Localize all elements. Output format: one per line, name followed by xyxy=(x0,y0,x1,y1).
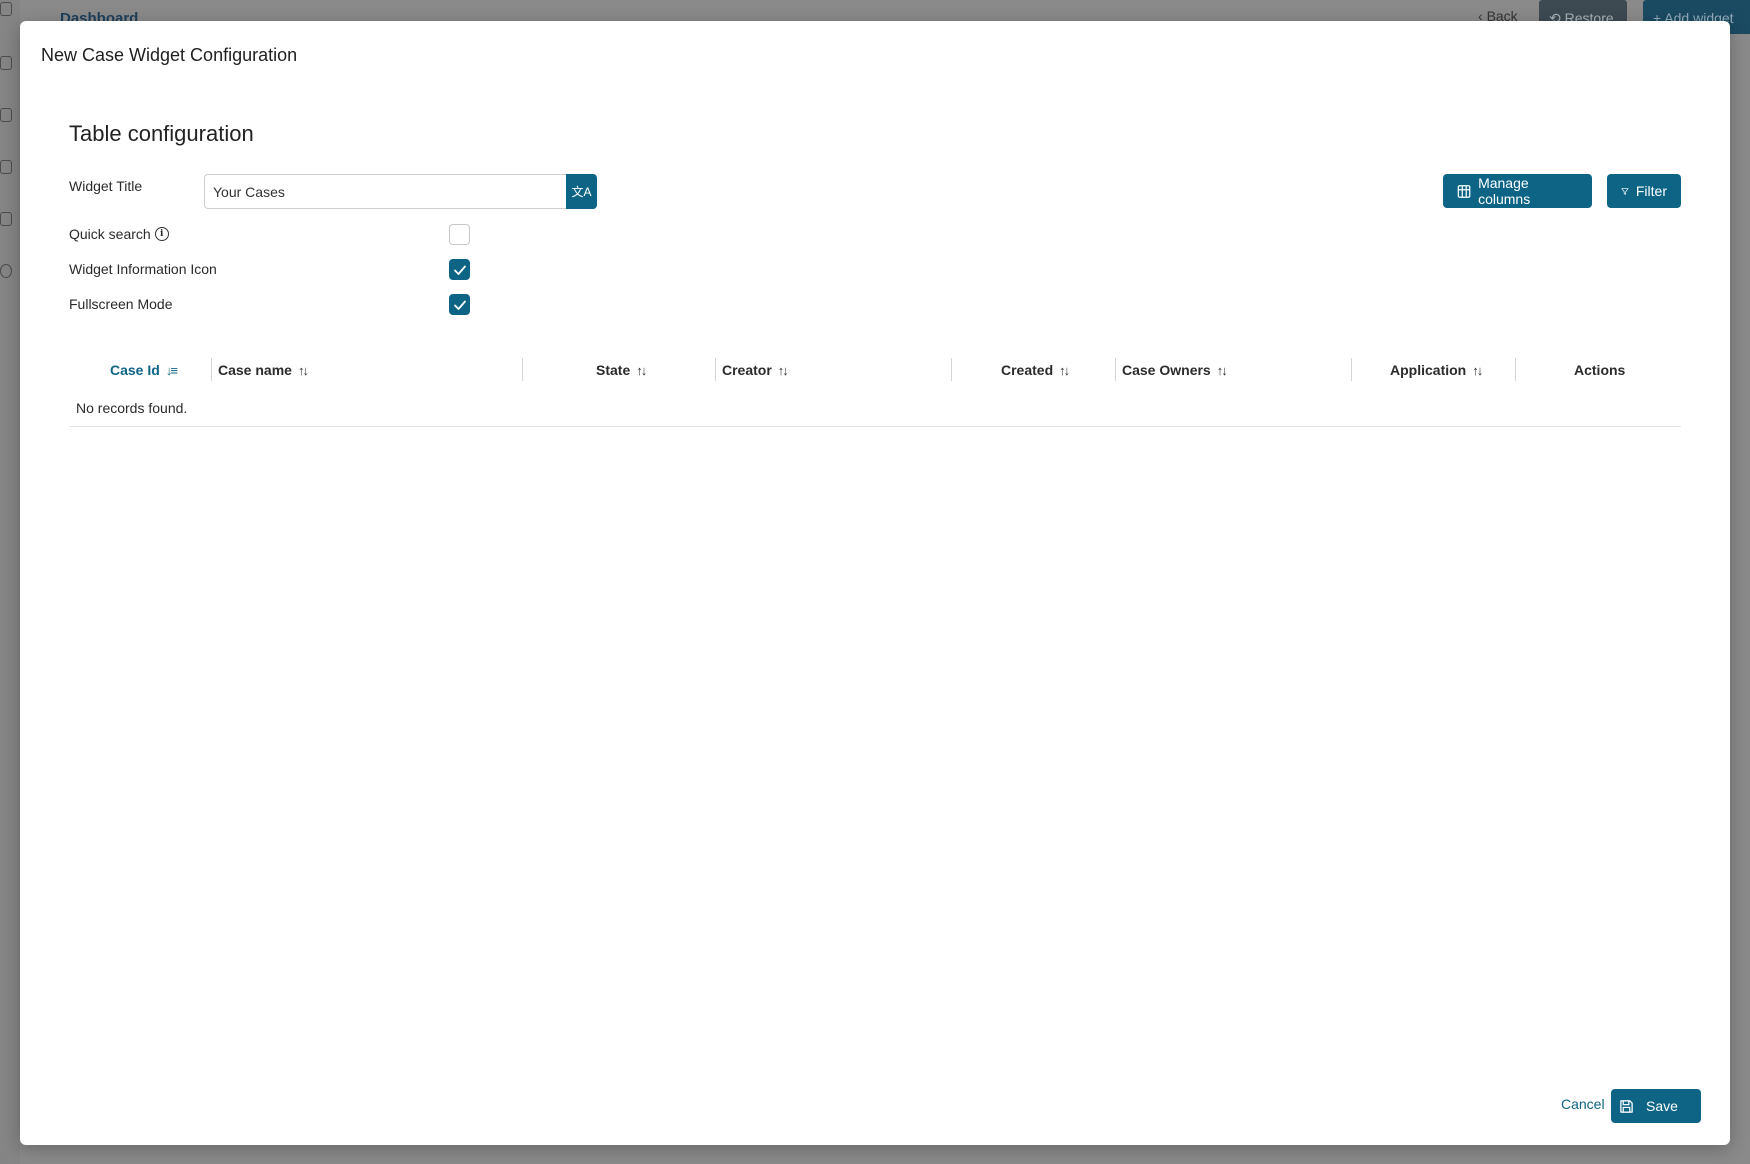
sort-icon: ↑↓ xyxy=(1216,362,1228,378)
table-header: Case Id ↓≡ Case name ↑↓ State ↑↓ Creator ↑↓ … xyxy=(69,351,1681,389)
sort-icon: ↑↓ xyxy=(297,362,309,378)
cancel-button[interactable]: Cancel xyxy=(1561,1096,1605,1112)
quick-search-checkbox[interactable] xyxy=(449,224,470,245)
fullscreen-mode-checkbox[interactable] xyxy=(449,294,470,315)
fullscreen-mode-label: Fullscreen Mode xyxy=(69,296,173,312)
column-header-created[interactable]: Created ↑↓ xyxy=(1001,351,1070,389)
sort-ascending-icon: ↓≡ xyxy=(165,362,178,378)
column-header-state[interactable]: State ↑↓ xyxy=(596,351,647,389)
processes-icon xyxy=(0,56,12,70)
column-divider xyxy=(522,358,523,381)
sort-icon: ↑↓ xyxy=(636,362,647,378)
column-header-creator[interactable]: Creator ↑↓ xyxy=(722,351,789,389)
translate-icon: 文A xyxy=(571,185,592,199)
columns-icon xyxy=(1457,184,1471,198)
quick-search-label: Quick search i xyxy=(69,226,169,242)
filter-icon xyxy=(1621,187,1629,195)
widget-info-icon-checkbox[interactable] xyxy=(449,259,470,280)
checkmark-icon xyxy=(453,300,466,310)
info-icon xyxy=(0,264,12,278)
column-divider xyxy=(211,358,212,381)
column-header-application[interactable]: Application ↑↓ xyxy=(1390,351,1483,389)
sort-icon: ↑↓ xyxy=(777,362,789,378)
widget-info-icon-label: Widget Information Icon xyxy=(69,261,217,277)
list-icon xyxy=(0,160,12,174)
widget-title-input[interactable] xyxy=(204,174,566,209)
checkmark-icon xyxy=(453,265,466,275)
save-button[interactable]: Save xyxy=(1611,1089,1701,1123)
column-header-case-owners[interactable]: Case Owners ↑↓ xyxy=(1122,351,1228,389)
sidebar xyxy=(0,0,20,1164)
column-divider xyxy=(1515,358,1516,381)
widget-title-field: 文A xyxy=(204,174,597,209)
translate-button[interactable]: 文A xyxy=(566,174,597,209)
filter-button[interactable]: Filter xyxy=(1607,174,1681,208)
section-title: Table configuration xyxy=(69,121,254,146)
empty-message-row: No records found. xyxy=(69,389,1681,427)
manage-columns-button[interactable]: Manage columns xyxy=(1443,174,1592,208)
column-divider xyxy=(1115,358,1116,381)
widget-title-label: Widget Title xyxy=(69,178,143,194)
tasks-icon xyxy=(0,2,12,16)
sort-icon: ↑↓ xyxy=(1059,362,1070,378)
column-header-case-id[interactable]: Case Id ↓≡ xyxy=(110,351,178,389)
save-icon xyxy=(1620,1099,1633,1113)
cases-table: Case Id ↓≡ Case name ↑↓ State ↑↓ Creator ↑↓ … xyxy=(69,351,1681,427)
column-divider xyxy=(715,358,716,381)
settings-icon xyxy=(0,212,12,226)
column-header-case-name[interactable]: Case name ↑↓ xyxy=(218,351,309,389)
dialog-title: New Case Widget Configuration xyxy=(41,45,298,65)
column-divider xyxy=(951,358,952,381)
column-header-actions: Actions xyxy=(1574,362,1626,378)
widget-config-dialog: New Case Widget Configuration Table conf… xyxy=(20,21,1730,1145)
info-icon[interactable]: i xyxy=(154,227,169,241)
edit-icon xyxy=(0,108,12,122)
sort-icon: ↑↓ xyxy=(1472,362,1483,378)
empty-message: No records found. xyxy=(76,399,188,416)
column-divider xyxy=(1351,358,1352,381)
